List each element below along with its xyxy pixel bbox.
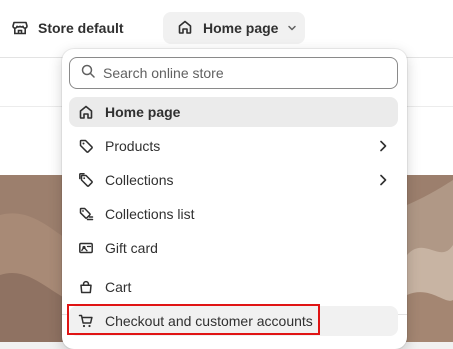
store-icon xyxy=(12,20,28,36)
menu-item-label: Home page xyxy=(105,104,181,120)
store-selector[interactable]: Store default xyxy=(12,17,124,39)
menu-item-collections-list[interactable]: Collections list xyxy=(69,199,398,229)
menu-item-collections[interactable]: Collections xyxy=(69,165,398,195)
menu-item-label: Gift card xyxy=(105,240,158,256)
menu-item-label: Collections xyxy=(105,172,174,188)
gift-card-icon xyxy=(77,239,95,257)
menu-item-cart[interactable]: Cart xyxy=(69,272,398,302)
page-dropdown-menu: Home page Products Collections Collectio… xyxy=(62,49,407,349)
page-selector-button[interactable]: Home page xyxy=(163,12,305,44)
chevron-right-icon xyxy=(376,172,390,188)
menu-item-checkout-and-customer-accounts[interactable]: Checkout and customer accounts xyxy=(69,306,398,336)
collections-tag-icon xyxy=(77,171,95,189)
search-icon xyxy=(81,64,95,83)
search-input[interactable] xyxy=(103,65,383,81)
menu-item-gift-card[interactable]: Gift card xyxy=(69,233,398,263)
cart-icon xyxy=(77,312,95,330)
chevron-right-icon xyxy=(376,138,390,154)
menu-item-label: Checkout and customer accounts xyxy=(105,313,313,329)
store-name: Store default xyxy=(38,20,124,36)
menu-item-home-page[interactable]: Home page xyxy=(69,97,398,127)
chevron-down-icon xyxy=(286,22,298,34)
search-field[interactable] xyxy=(69,57,398,89)
page-selector-label: Home page xyxy=(203,20,279,36)
menu-item-label: Products xyxy=(105,138,161,154)
home-icon xyxy=(177,19,193,38)
menu-item-products[interactable]: Products xyxy=(69,131,398,161)
menu-item-label: Cart xyxy=(105,279,132,295)
menu-item-label: Collections list xyxy=(105,206,195,222)
bag-icon xyxy=(77,278,95,296)
tag-icon xyxy=(77,137,95,155)
collections-list-icon xyxy=(77,205,95,223)
home-icon xyxy=(77,103,95,121)
